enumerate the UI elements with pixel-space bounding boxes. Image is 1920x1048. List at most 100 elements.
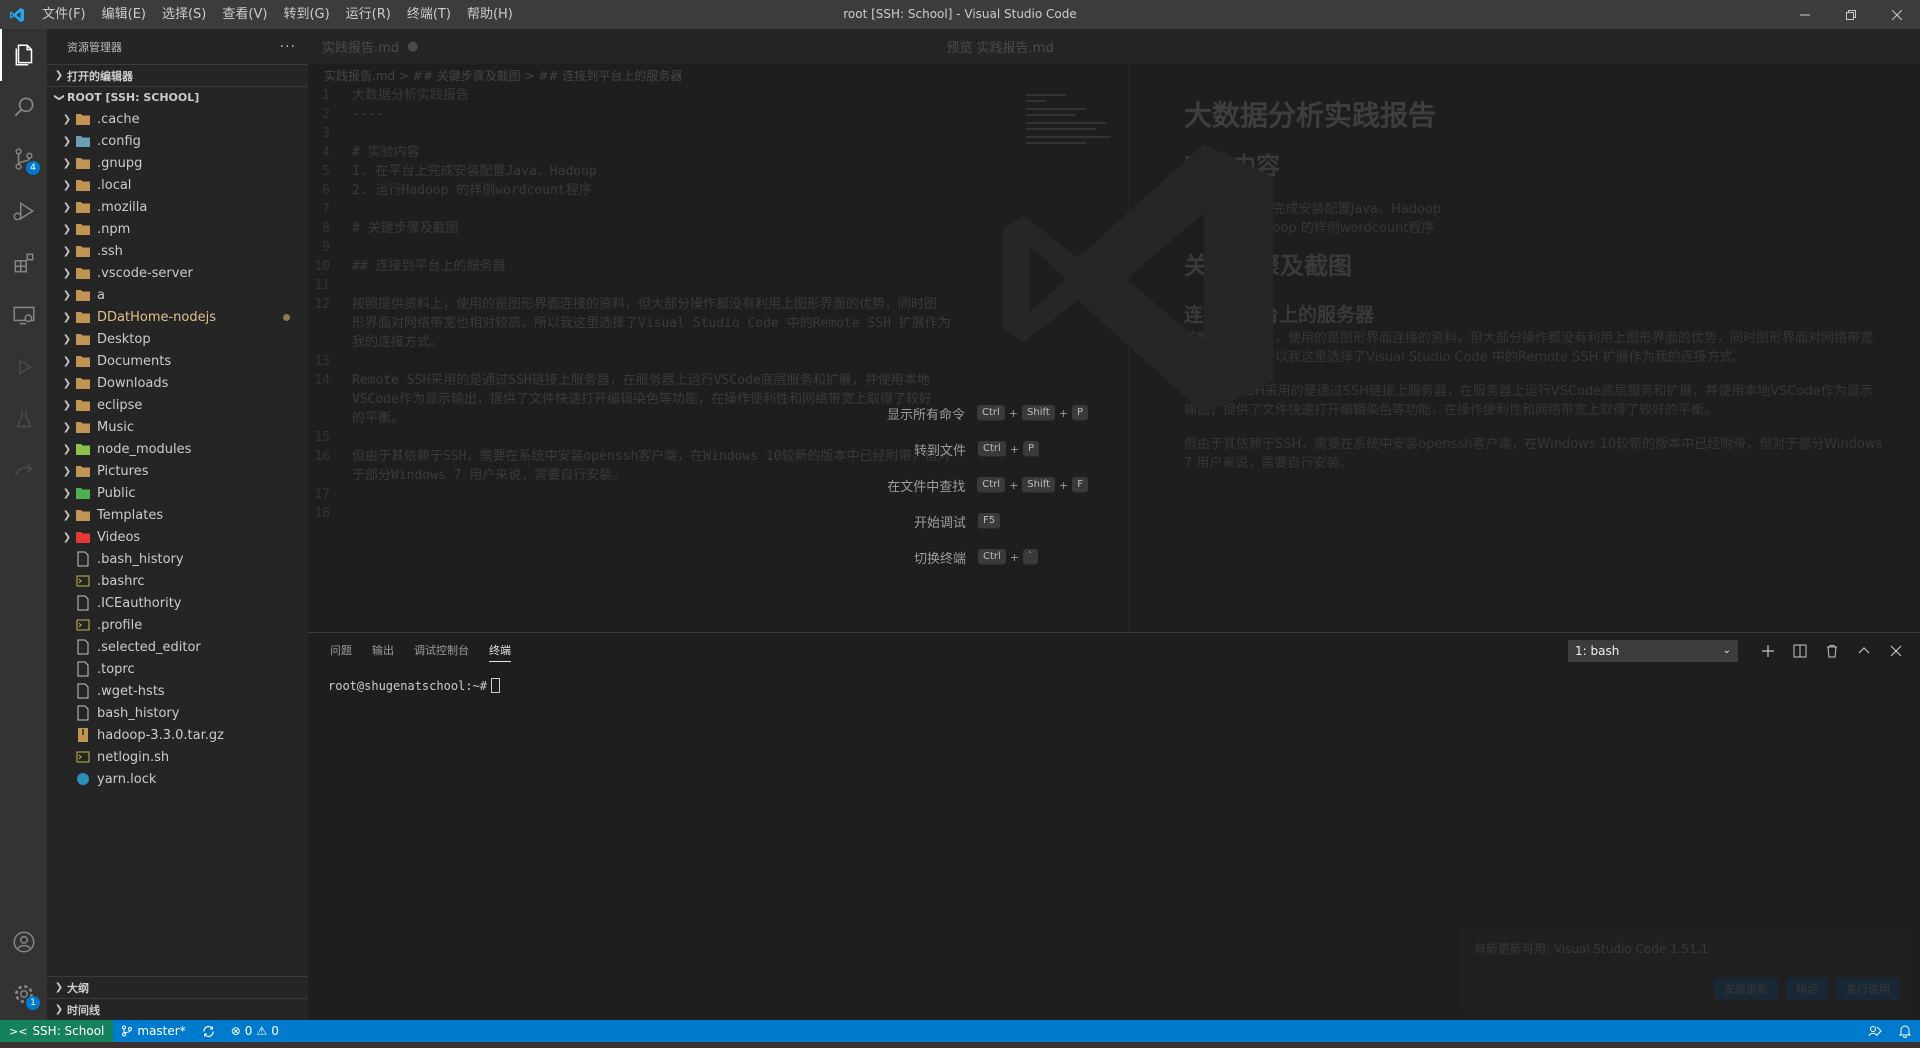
tab-preview-label: 预览 实践报告.md <box>946 41 1054 56</box>
install-update-button[interactable]: 安装更新 <box>1714 978 1778 1000</box>
menu-edit[interactable]: 编辑(E) <box>94 0 154 29</box>
outline-section[interactable]: ❯ 大纲 <box>47 976 308 998</box>
line-number: 7 <box>322 202 330 217</box>
flask-activity[interactable] <box>0 393 47 445</box>
tree-folder[interactable]: ❯ .ssh <box>47 240 308 262</box>
tree-folder[interactable]: ❯ .local <box>47 174 308 196</box>
timeline-label: 时间线 <box>67 1003 100 1017</box>
maximize-panel-button[interactable] <box>1848 633 1880 668</box>
tab-output[interactable]: 输出 <box>362 633 404 668</box>
tab-debug-console[interactable]: 调试控制台 <box>404 633 479 668</box>
menu-selection[interactable]: 选择(S) <box>154 0 214 29</box>
tab-preview[interactable]: 预览 实践报告.md <box>932 29 1067 64</box>
tree-file[interactable]: .ICEauthority <box>47 592 308 614</box>
tree-file[interactable]: netlogin.sh <box>47 746 308 768</box>
share-activity[interactable] <box>0 445 47 497</box>
tree-folder[interactable]: ❯ Documents <box>47 350 308 372</box>
file-icon <box>75 771 91 787</box>
git-branch[interactable]: master* <box>113 1020 193 1042</box>
more-actions-icon[interactable]: ··· <box>280 39 296 55</box>
tree-file[interactable]: .bashrc <box>47 570 308 592</box>
search-activity[interactable] <box>0 81 47 133</box>
tree-folder[interactable]: ❯ .mozilla <box>47 196 308 218</box>
tree-folder[interactable]: ❯ node_modules <box>47 438 308 460</box>
restore-button[interactable] <box>1828 0 1874 29</box>
run-debug-activity[interactable] <box>0 185 47 237</box>
line-number: 4 <box>322 145 330 160</box>
tree-file[interactable]: .bash_history <box>47 548 308 570</box>
chevron-right-icon: ❯ <box>62 443 72 455</box>
tree-folder[interactable]: ❯ .gnupg <box>47 152 308 174</box>
close-window-button[interactable] <box>1874 0 1920 29</box>
tree-folder[interactable]: ❯ Pictures <box>47 460 308 482</box>
remote-indicator[interactable]: >< SSH: School <box>0 1020 114 1042</box>
open-editors-section[interactable]: ❯ 打开的编辑器 <box>47 64 308 86</box>
tree-folder[interactable]: ❯ Desktop <box>47 328 308 350</box>
live-share-button[interactable] <box>1860 1020 1890 1042</box>
close-panel-button[interactable] <box>1880 633 1912 668</box>
tree-folder[interactable]: ❯ a <box>47 284 308 306</box>
tree-file[interactable]: bash_history <box>47 702 308 724</box>
tree-folder[interactable]: ❯ DDatHome-nodejs <box>47 306 308 328</box>
tree-folder[interactable]: ❯ .config <box>47 130 308 152</box>
minimize-button[interactable] <box>1782 0 1828 29</box>
tree-folder[interactable]: ❯ .vscode-server <box>47 262 308 284</box>
menu-file[interactable]: 文件(F) <box>34 0 94 29</box>
terminal-select[interactable]: 1: bash ⌄ <box>1568 639 1738 662</box>
chevron-right-icon: ❯ <box>62 157 72 169</box>
tree-file[interactable]: .toprc <box>47 658 308 680</box>
tab-terminal[interactable]: 终端 <box>479 633 521 668</box>
manage-activity[interactable]: 1 <box>0 968 47 1020</box>
tab-report[interactable]: 实践报告.md ● <box>308 29 432 64</box>
file-icon <box>75 617 91 633</box>
root-folder-label: ROOT [SSH: SCHOOL] <box>67 91 200 104</box>
tree-folder[interactable]: ❯ Templates <box>47 504 308 526</box>
folder-icon <box>75 177 91 193</box>
code-line: 14 Remote SSH采用的是通过SSH链接上服务器，在服务器上运行VSCod… <box>308 371 1008 390</box>
menu-go[interactable]: 转到(G) <box>275 0 337 29</box>
remote-icon: >< <box>9 1024 28 1038</box>
tree-folder[interactable]: ❯ Public <box>47 482 308 504</box>
explorer-activity[interactable] <box>0 29 47 81</box>
new-terminal-button[interactable] <box>1752 633 1784 668</box>
accounts-activity[interactable] <box>0 916 47 968</box>
line-text: Remote SSH采用的是通过SSH链接上服务器，在服务器上运行VSCode底… <box>352 373 930 388</box>
release-notes-button[interactable]: 发行说明 <box>1836 978 1900 1000</box>
terminal-output[interactable]: root@shugenatschool:~# <box>328 678 500 693</box>
tree-folder[interactable]: ❯ Music <box>47 416 308 438</box>
root-folder-section[interactable]: ❯ ROOT [SSH: SCHOOL] <box>47 86 308 108</box>
extensions-activity[interactable] <box>0 237 47 289</box>
tree-folder[interactable]: ❯ .npm <box>47 218 308 240</box>
menu-terminal[interactable]: 终端(T) <box>399 0 459 29</box>
tab-problems[interactable]: 问题 <box>320 633 362 668</box>
source-control-activity[interactable]: 4 <box>0 133 47 185</box>
tree-folder[interactable]: ❯ Downloads <box>47 372 308 394</box>
menu-help[interactable]: 帮助(H) <box>459 0 521 29</box>
tree-file[interactable]: .profile <box>47 614 308 636</box>
terminal-prompt: root@shugenatschool:~# <box>328 678 487 693</box>
file-icon <box>75 573 91 589</box>
menu-run[interactable]: 运行(R) <box>338 0 399 29</box>
kill-terminal-button[interactable] <box>1816 633 1848 668</box>
menu-view[interactable]: 查看(V) <box>214 0 275 29</box>
remote-explorer-activity[interactable] <box>0 289 47 341</box>
tree-folder[interactable]: ❯ eclipse <box>47 394 308 416</box>
tree-file[interactable]: .selected_editor <box>47 636 308 658</box>
notifications-button[interactable] <box>1890 1020 1920 1042</box>
tree-file[interactable]: .wget-hsts <box>47 680 308 702</box>
testing-activity[interactable] <box>0 341 47 393</box>
tree-file[interactable]: yarn.lock <box>47 768 308 790</box>
sync-button[interactable] <box>194 1020 223 1042</box>
folder-icon <box>75 265 91 281</box>
tree-file[interactable]: hadoop-3.3.0.tar.gz <box>47 724 308 746</box>
later-button[interactable]: 稍后 <box>1786 978 1828 1000</box>
tree-folder[interactable]: ❯ Videos <box>47 526 308 548</box>
folder-icon <box>75 309 91 325</box>
chevron-right-icon: ❯ <box>62 421 72 433</box>
timeline-section[interactable]: ❯ 时间线 <box>47 998 308 1020</box>
problems-indicator[interactable]: ⊗ 0 ⚠ 0 <box>223 1020 287 1042</box>
split-terminal-button[interactable] <box>1784 633 1816 668</box>
update-notification[interactable]: 有新更新可用: Visual Studio Code 1.51.1 安装更新 稍… <box>1462 928 1912 1010</box>
panel-actions: 1: bash ⌄ <box>1568 633 1912 668</box>
tree-folder[interactable]: ❯ .cache <box>47 108 308 130</box>
